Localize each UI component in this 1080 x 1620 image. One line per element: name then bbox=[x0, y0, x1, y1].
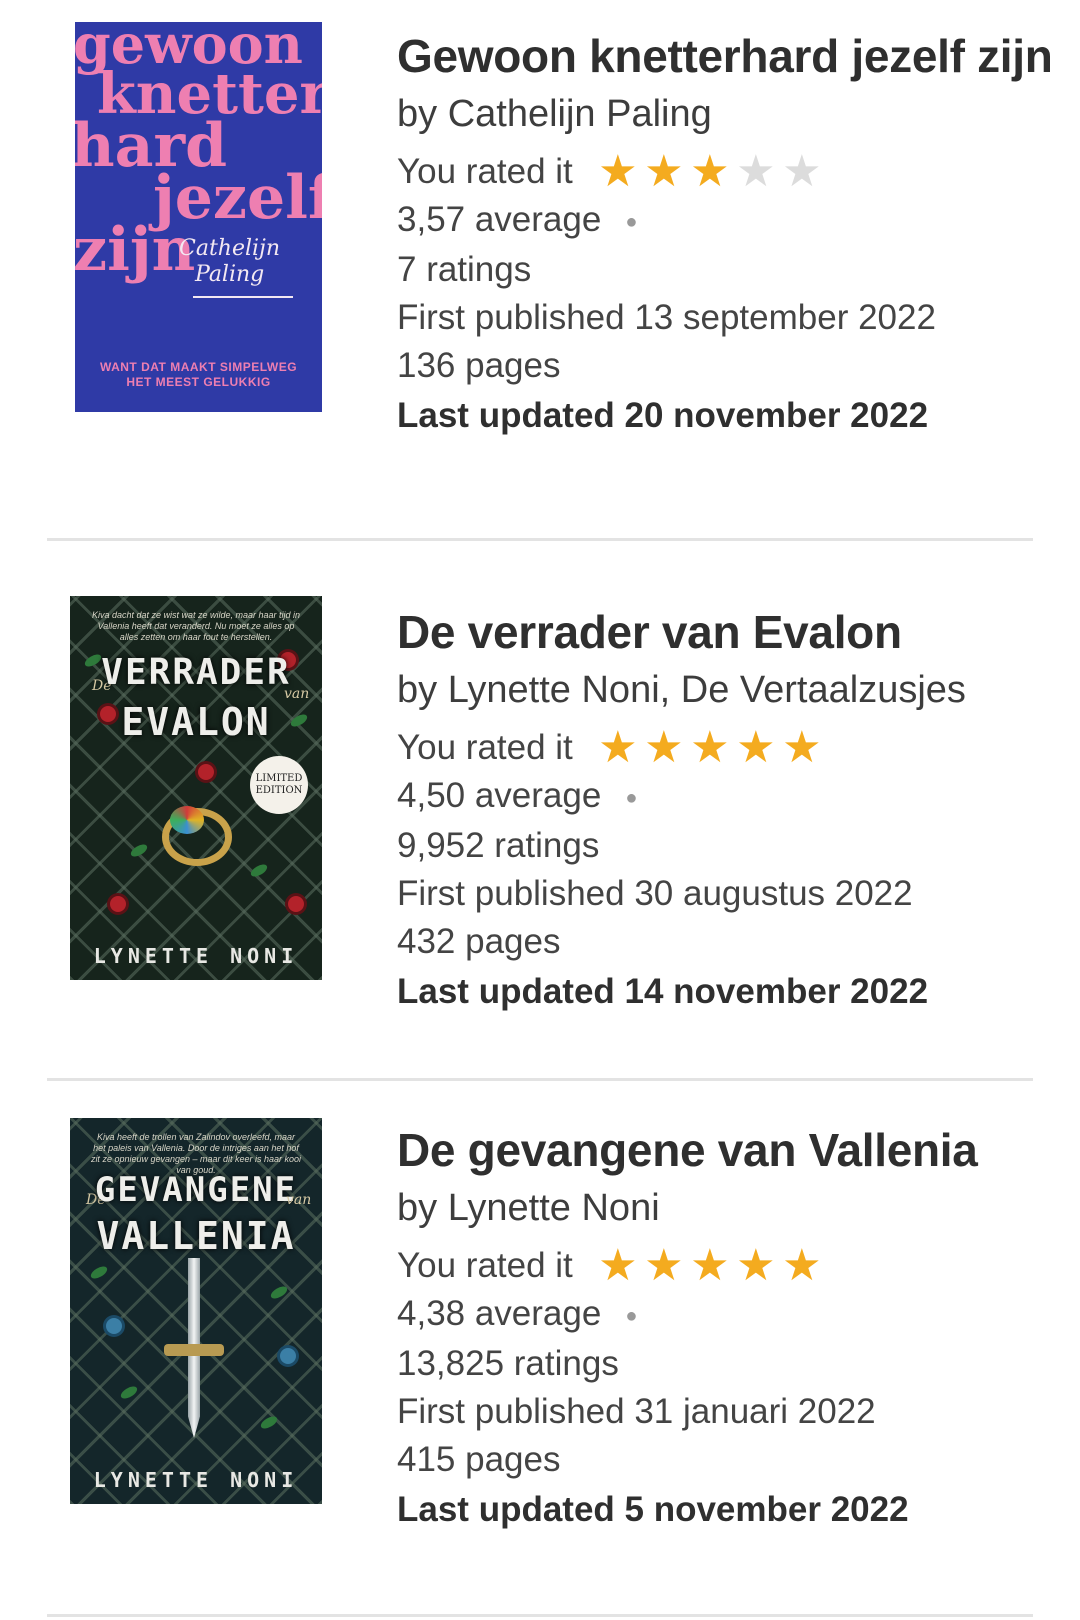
user-rating: You rated it ★ ★ ★ ★ ★ bbox=[397, 148, 1060, 196]
book-info: De verrader van Evalon by Lynette Noni, … bbox=[397, 604, 1060, 1018]
dot-separator: ● bbox=[625, 786, 638, 809]
dot-separator: ● bbox=[625, 210, 638, 233]
rose-decoration bbox=[198, 764, 214, 780]
badge-line: LIMITED bbox=[255, 773, 303, 784]
star-icon[interactable]: ★ bbox=[733, 1244, 779, 1288]
badge-line: EDITION bbox=[255, 785, 303, 796]
cover-title-line: zijn bbox=[75, 215, 196, 285]
book-cover[interactable]: Kiva dacht dat ze wist wat ze wilde, maa… bbox=[70, 596, 322, 980]
star-icon[interactable]: ★ bbox=[687, 1244, 733, 1288]
star-icon[interactable]: ★ bbox=[779, 150, 825, 194]
book-info: Gewoon knetterhard jezelf zijn by Cathel… bbox=[397, 28, 1060, 442]
star-icon[interactable]: ★ bbox=[779, 726, 825, 770]
published-date: First published 13 september 2022 bbox=[397, 297, 936, 337]
cover-title-line: GEVANGENE bbox=[94, 1170, 298, 1210]
average-text: 4,38 average bbox=[397, 1294, 602, 1333]
book-title[interactable]: Gewoon knetterhard jezelf zijn bbox=[397, 28, 1060, 84]
cover-signature: Paling bbox=[195, 262, 265, 287]
star-icon[interactable]: ★ bbox=[641, 150, 687, 194]
rose-decoration bbox=[288, 896, 304, 912]
average-rating: 3,57 average ● bbox=[397, 196, 1060, 246]
page-count: 136 pages bbox=[397, 345, 561, 385]
cover-van: van bbox=[286, 1192, 312, 1208]
book-cover[interactable]: gewoon knetter hard jezelf zijn Cathelij… bbox=[75, 22, 322, 412]
star-icon[interactable]: ★ bbox=[595, 1244, 641, 1288]
cover-tagline: WANT DAT MAAKT SIMPELWEG bbox=[99, 360, 298, 374]
star-icon[interactable]: ★ bbox=[595, 150, 641, 194]
cover-blurb: Kiva dacht dat ze wist wat ze wilde, maa… bbox=[91, 610, 301, 642]
book-author[interactable]: by Lynette Noni bbox=[397, 1184, 1060, 1232]
star-icon[interactable]: ★ bbox=[733, 150, 779, 194]
average-rating: 4,50 average ● bbox=[397, 772, 1060, 822]
star-rating[interactable]: ★ ★ ★ ★ ★ bbox=[595, 150, 825, 194]
published-date: First published 30 augustus 2022 bbox=[397, 873, 913, 913]
last-updated: Last updated 20 november 2022 bbox=[397, 395, 929, 435]
cover-signature: Cathelijn bbox=[179, 236, 281, 261]
book-item[interactable]: gewoon knetter hard jezelf zijn Cathelij… bbox=[0, 0, 1080, 541]
average-text: 4,50 average bbox=[397, 776, 602, 815]
average-text: 3,57 average bbox=[397, 200, 602, 239]
book-title[interactable]: De gevangene van Vallenia bbox=[397, 1122, 1060, 1178]
book-item[interactable]: Kiva dacht dat ze wist wat ze wilde, maa… bbox=[0, 540, 1080, 1081]
cover-tagline: HET MEEST GELUKKIG bbox=[126, 375, 271, 389]
flower-decoration bbox=[280, 1348, 296, 1364]
star-icon[interactable]: ★ bbox=[687, 150, 733, 194]
star-icon[interactable]: ★ bbox=[779, 1244, 825, 1288]
flower-decoration bbox=[106, 1318, 122, 1334]
book-info: De gevangene van Vallenia by Lynette Non… bbox=[397, 1122, 1060, 1536]
cover-title-line: VALLENIA bbox=[96, 1214, 296, 1258]
star-icon[interactable]: ★ bbox=[687, 726, 733, 770]
user-rating: You rated it ★ ★ ★ ★ ★ bbox=[397, 1242, 1060, 1290]
page-count: 432 pages bbox=[397, 921, 561, 961]
last-updated: Last updated 14 november 2022 bbox=[397, 971, 929, 1011]
gem-illustration bbox=[170, 806, 204, 834]
star-icon[interactable]: ★ bbox=[595, 726, 641, 770]
published-date: First published 31 januari 2022 bbox=[397, 1391, 876, 1431]
average-rating: 4,38 average ● bbox=[397, 1290, 1060, 1340]
ratings-count: 9,952 ratings bbox=[397, 825, 600, 865]
page-count: 415 pages bbox=[397, 1439, 561, 1479]
rose-decoration bbox=[110, 896, 126, 912]
sword-hilt bbox=[164, 1344, 224, 1356]
divider bbox=[47, 1614, 1033, 1617]
book-title[interactable]: De verrader van Evalon bbox=[397, 604, 1060, 660]
book-item[interactable]: Kiva heeft de trollen van Zalindov overl… bbox=[0, 1078, 1080, 1617]
star-icon[interactable]: ★ bbox=[641, 1244, 687, 1288]
cover-title-line: EVALON bbox=[121, 700, 271, 744]
cover-author: LYNETTE NONI bbox=[93, 1468, 299, 1492]
star-icon[interactable]: ★ bbox=[733, 726, 779, 770]
star-rating[interactable]: ★ ★ ★ ★ ★ bbox=[595, 1244, 825, 1288]
rated-label: You rated it bbox=[397, 1246, 573, 1285]
limited-edition-badge: LIMITED EDITION bbox=[250, 756, 308, 814]
dot-separator: ● bbox=[625, 1304, 638, 1327]
ratings-count: 13,825 ratings bbox=[397, 1343, 619, 1383]
rated-label: You rated it bbox=[397, 728, 573, 767]
cover-author: LYNETTE NONI bbox=[93, 944, 299, 968]
signature-underline bbox=[193, 296, 293, 298]
last-updated: Last updated 5 november 2022 bbox=[397, 1489, 909, 1529]
ratings-count: 7 ratings bbox=[397, 249, 532, 289]
rated-label: You rated it bbox=[397, 152, 573, 191]
book-cover[interactable]: Kiva heeft de trollen van Zalindov overl… bbox=[70, 1118, 322, 1504]
star-rating[interactable]: ★ ★ ★ ★ ★ bbox=[595, 726, 825, 770]
user-rating: You rated it ★ ★ ★ ★ ★ bbox=[397, 724, 1060, 772]
book-author[interactable]: by Lynette Noni, De Vertaalzusjes bbox=[397, 666, 1060, 714]
star-icon[interactable]: ★ bbox=[641, 726, 687, 770]
book-author[interactable]: by Cathelijn Paling bbox=[397, 90, 1060, 138]
